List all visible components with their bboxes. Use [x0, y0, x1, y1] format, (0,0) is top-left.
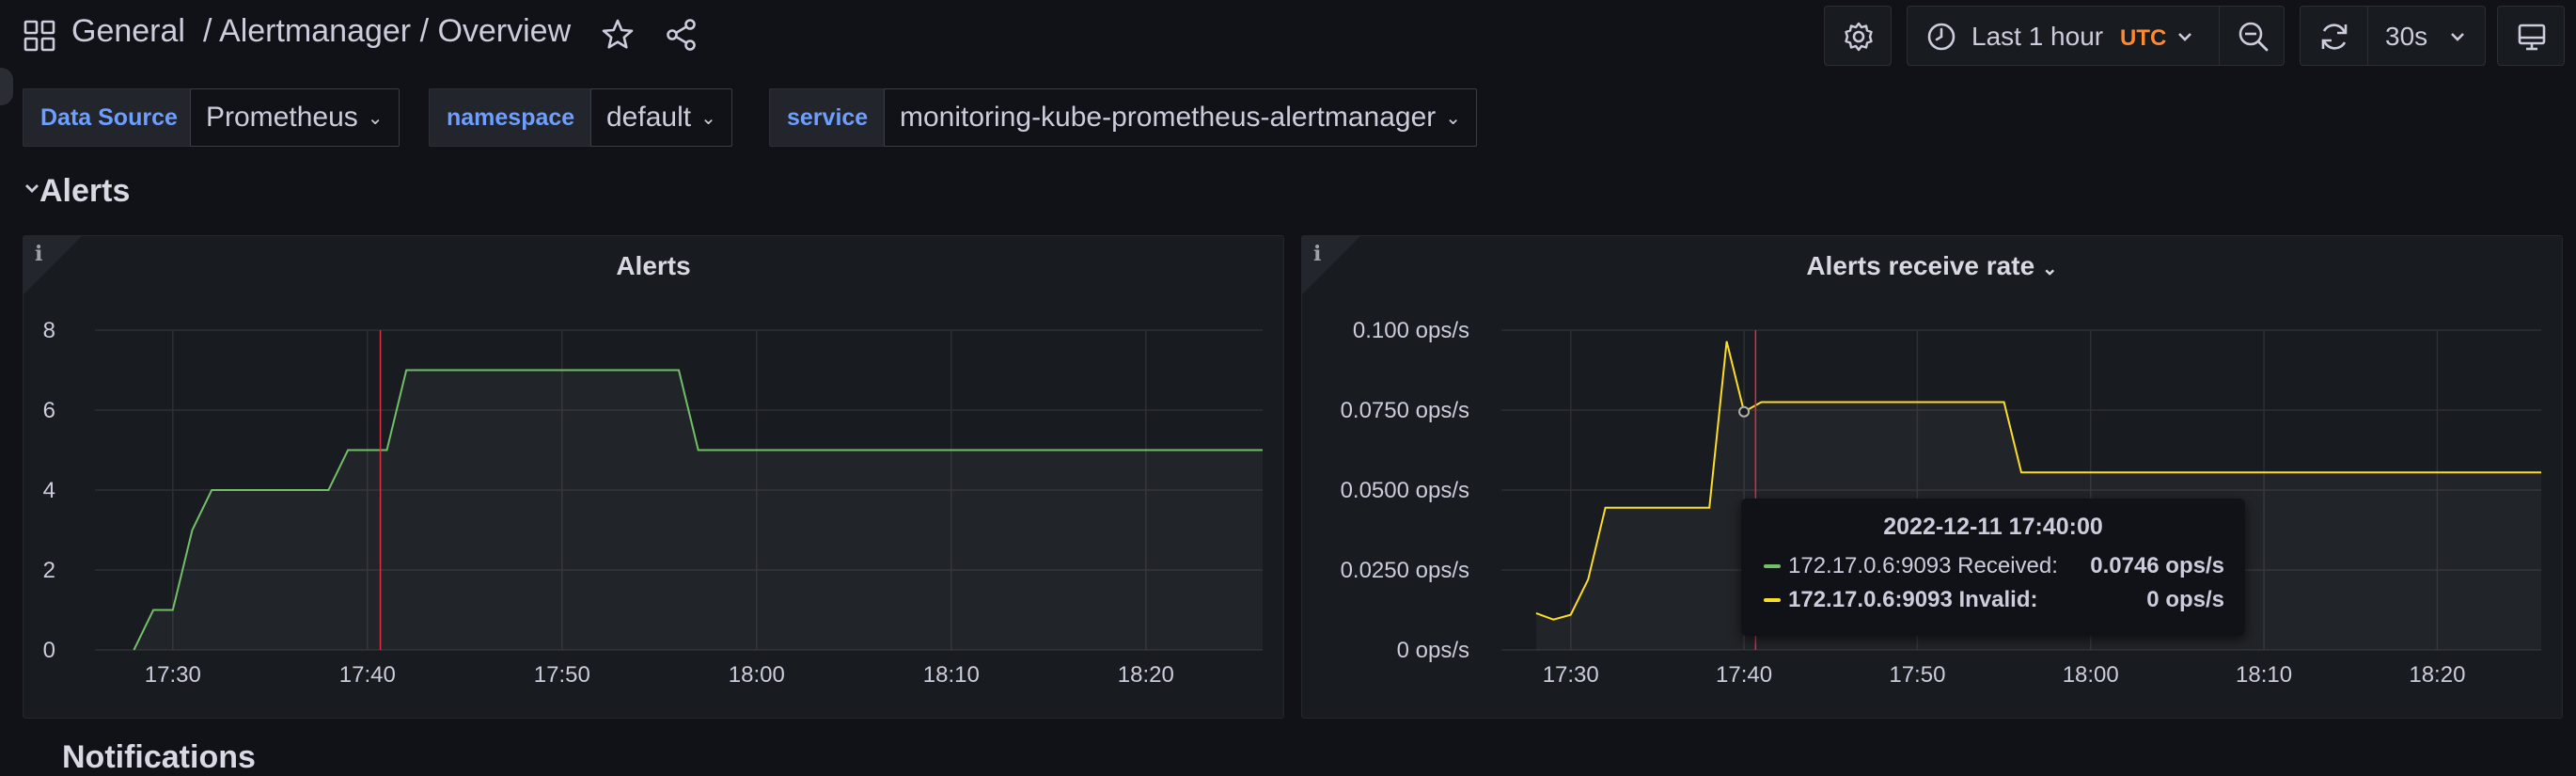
x-tick-label: 17:50 — [534, 662, 590, 688]
alerts-chart[interactable]: 0 2 4 6 8 17:30 17:40 17:50 18:00 18:10 18:20 — [24, 236, 1285, 720]
y-tick-label: 0.100 ops/s — [1353, 318, 1469, 343]
tooltip-series-value: 0.0746 ops/s — [2090, 553, 2224, 578]
refresh-icon — [2321, 24, 2348, 50]
clock-icon — [1927, 23, 1956, 51]
zoom-out-button[interactable] — [2219, 6, 2285, 66]
refresh-interval-label: 30s — [2385, 22, 2428, 51]
tooltip-series-name: 172.17.0.6:9093 Invalid: — [1788, 587, 2038, 612]
top-navbar: General / Alertmanager / Overview Last 1… — [0, 0, 2576, 71]
chevron-down-icon: ⌄ — [1445, 108, 1462, 130]
y-tick-label: 0 — [43, 638, 55, 663]
y-tick-label: 0.0750 ops/s — [1341, 398, 1469, 423]
variable-select-datasource[interactable]: Prometheus ⌄ — [190, 88, 400, 147]
x-tick-label: 17:30 — [1543, 662, 1599, 688]
tooltip-series-value: 0 ops/s — [2146, 587, 2224, 612]
refresh-button[interactable] — [2300, 6, 2367, 66]
kiosk-mode-button[interactable] — [2497, 6, 2565, 66]
x-tick-label: 18:00 — [729, 662, 785, 688]
x-tick-label: 18:20 — [2409, 662, 2465, 688]
chevron-down-icon: ⌄ — [700, 108, 716, 130]
x-tick-label: 18:10 — [2236, 662, 2292, 688]
alerts-receive-rate-chart[interactable]: 0 ops/s 0.0250 ops/s 0.0500 ops/s 0.0750 op… — [1302, 236, 2564, 720]
breadcrumb-dashboard-title[interactable]: / Alertmanager / Overview — [203, 13, 571, 50]
x-tick-label: 17:50 — [1889, 662, 1945, 688]
graph-tooltip: 2022-12-11 17:40:00 172.17.0.6:9093 Rece… — [1741, 499, 2245, 636]
hover-point-marker — [1738, 405, 1751, 418]
y-tick-label: 0.0250 ops/s — [1341, 558, 1469, 583]
x-tick-label: 18:00 — [2063, 662, 2119, 688]
gear-icon — [1845, 22, 1873, 52]
dashboards-grid-icon[interactable] — [23, 19, 56, 53]
variable-value-datasource: Prometheus — [206, 102, 358, 133]
dashboard-settings-button[interactable] — [1824, 6, 1892, 66]
y-tick-label: 8 — [43, 318, 55, 343]
y-tick-label: 2 — [43, 558, 55, 583]
chevron-down-icon: ⌄ — [367, 108, 384, 130]
variable-select-service[interactable]: monitoring-kube-prometheus-alertmanager ⌄ — [884, 88, 1478, 147]
y-tick-label: 0 ops/s — [1397, 638, 1469, 663]
series-swatch — [1764, 598, 1781, 602]
variable-label-service: service — [769, 88, 887, 147]
breadcrumb-folder[interactable]: General — [71, 13, 185, 50]
y-tick-label: 0.0500 ops/s — [1341, 478, 1469, 503]
variable-label-namespace: namespace — [429, 88, 593, 147]
refresh-interval-picker[interactable]: 30s — [2367, 6, 2486, 66]
row-title-alerts[interactable]: Alerts — [39, 173, 130, 210]
time-range-label: Last 1 hour — [1971, 22, 2104, 51]
x-tick-label: 17:40 — [1716, 662, 1772, 688]
star-icon[interactable] — [600, 17, 636, 53]
tooltip-time: 2022-12-11 17:40:00 — [1883, 514, 2103, 540]
y-tick-label: 6 — [43, 398, 55, 423]
variable-value-namespace: default — [606, 102, 692, 133]
variable-select-namespace[interactable]: default ⌄ — [590, 88, 732, 147]
panel-alerts-receive-rate[interactable]: i Alerts receive rate ⌄ 0 ops/s 0.0250 op… — [1301, 235, 2563, 719]
tooltip-series-name: 172.17.0.6:9093 Received: — [1788, 553, 2058, 578]
timezone-badge: UTC — [2120, 25, 2167, 51]
monitor-icon — [2518, 24, 2546, 51]
series-area-fill — [134, 370, 1263, 650]
x-tick-label: 17:40 — [339, 662, 396, 688]
share-icon[interactable] — [664, 17, 699, 53]
chevron-down-icon — [2451, 33, 2464, 41]
variable-value-service: monitoring-kube-prometheus-alertmanager — [900, 102, 1437, 133]
x-tick-label: 17:30 — [145, 662, 201, 688]
y-tick-label: 4 — [43, 478, 55, 503]
series-swatch — [1764, 564, 1781, 568]
x-tick-label: 18:20 — [1118, 662, 1174, 688]
sidebar-toggle[interactable] — [0, 68, 13, 105]
x-tick-label: 18:10 — [923, 662, 980, 688]
time-range-picker[interactable]: Last 1 hour UTC — [1907, 6, 2219, 66]
panel-alerts[interactable]: i Alerts 0 2 4 6 8 17:30 17:40 17:50 18:00 18:10 1… — [23, 235, 1284, 719]
variable-label-datasource: Data Source — [23, 88, 196, 147]
zoom-out-icon — [2238, 22, 2269, 52]
row-title-notifications[interactable]: Notifications — [62, 739, 256, 776]
chevron-down-icon — [2178, 33, 2191, 41]
